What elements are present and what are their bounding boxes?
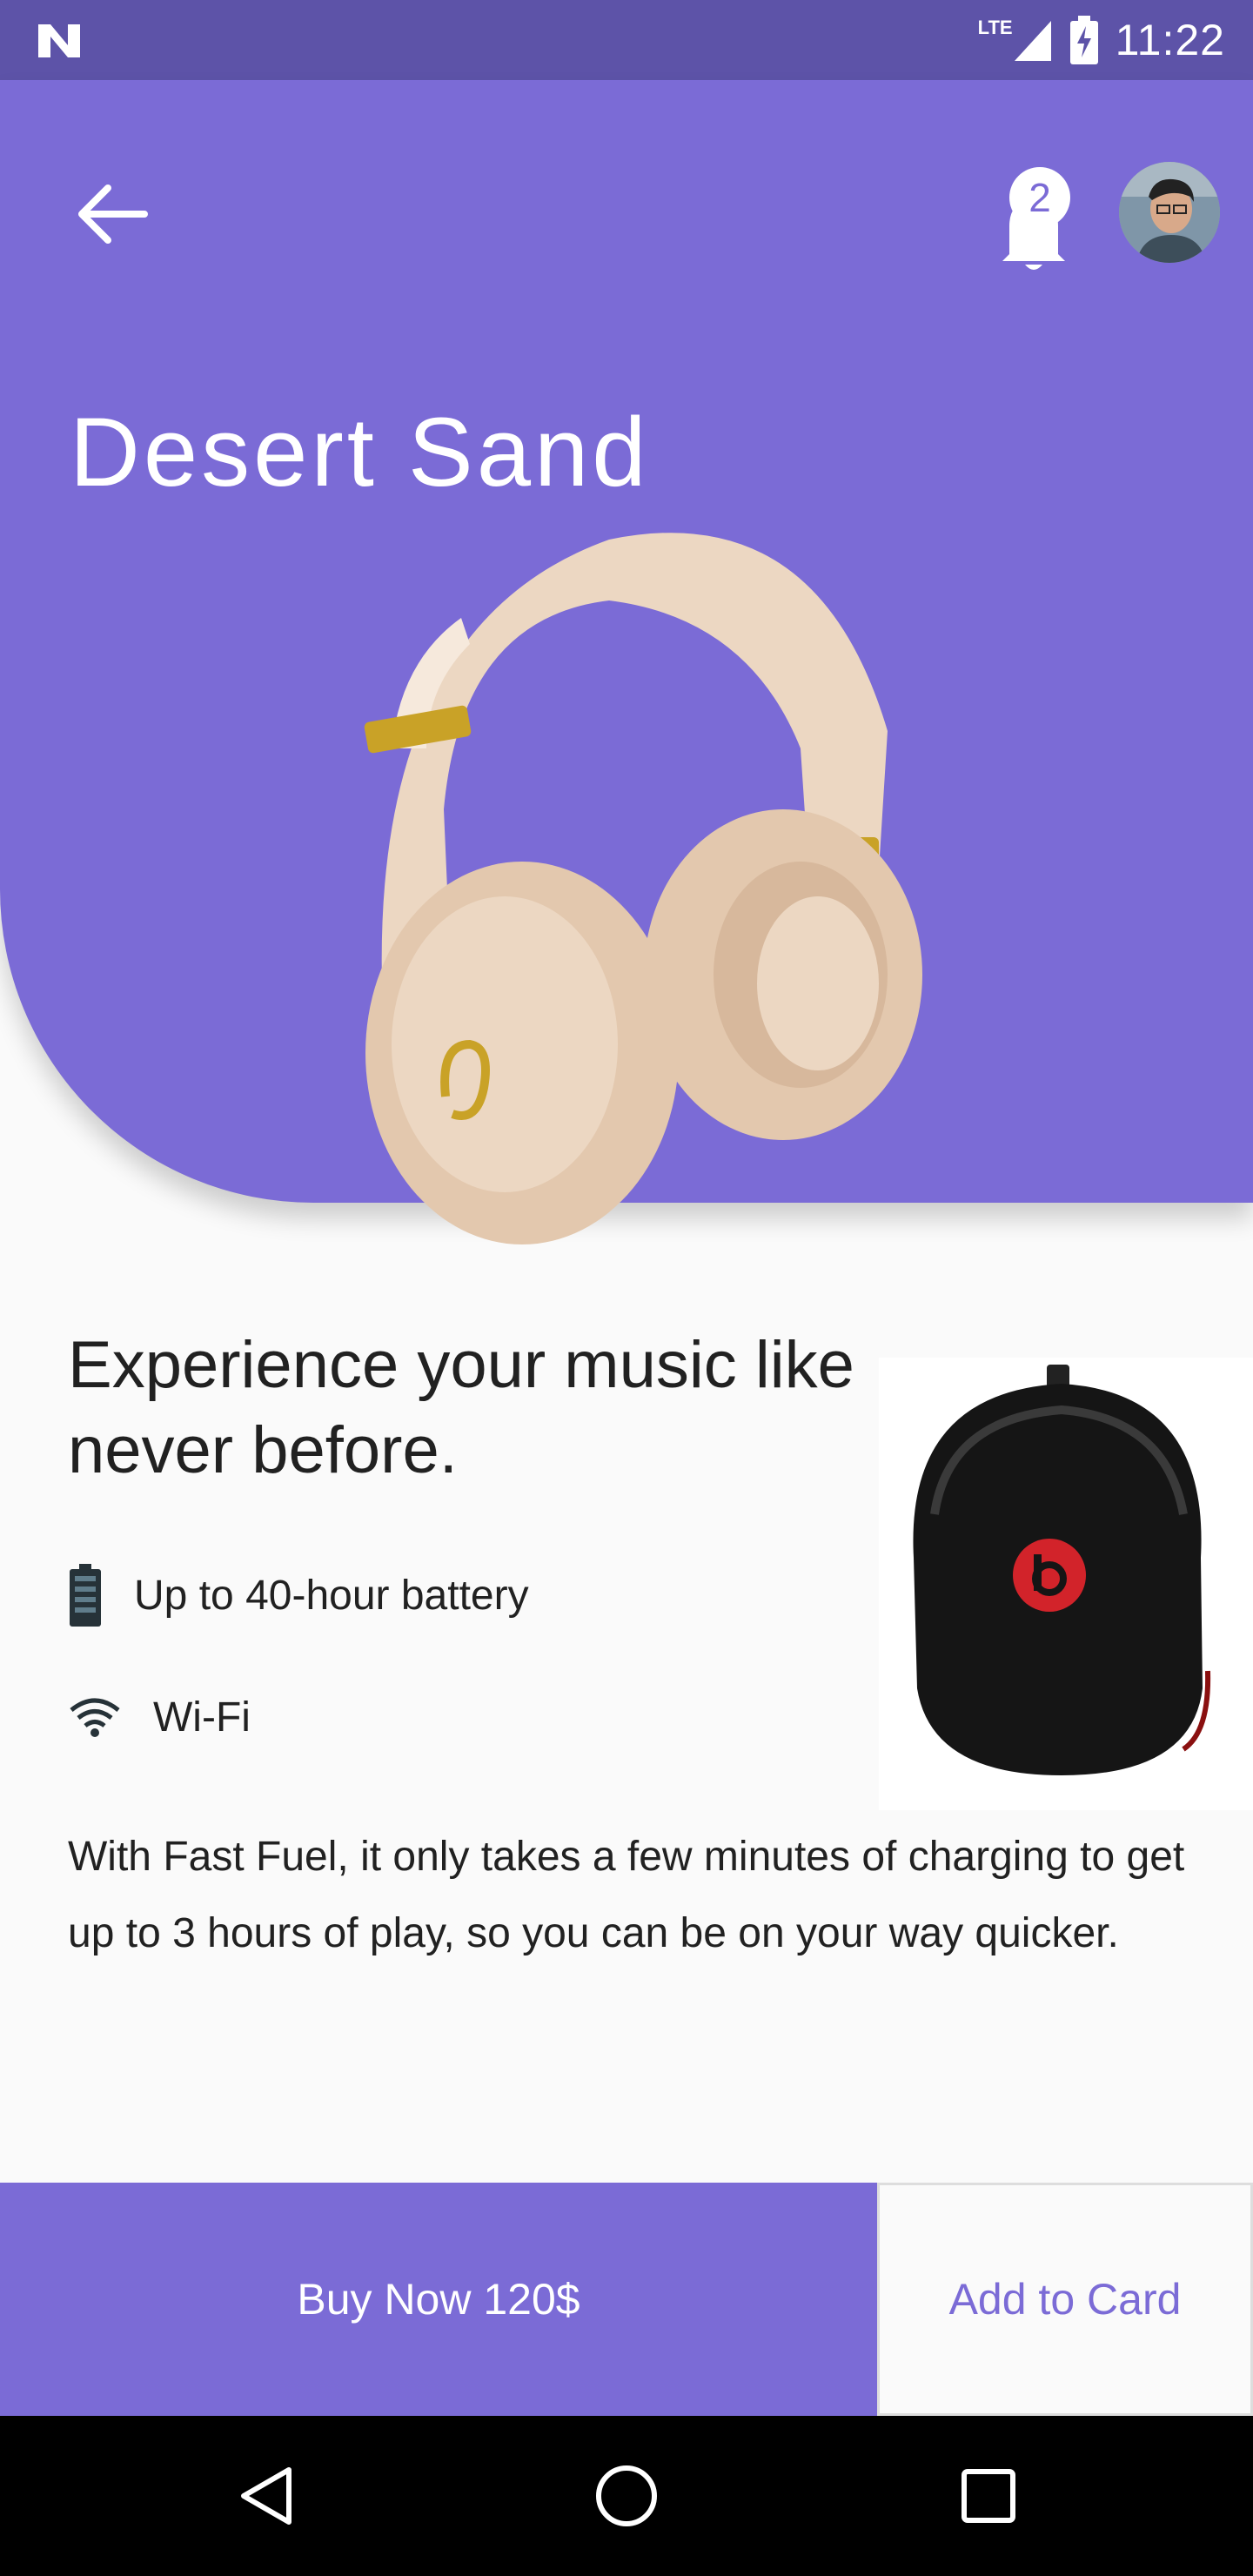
product-title: Desert Sand xyxy=(70,398,650,507)
carrying-case-image xyxy=(879,1358,1253,1810)
add-to-cart-button[interactable]: Add to Card xyxy=(877,2183,1253,2416)
battery-icon xyxy=(70,1564,101,1627)
signal-icon xyxy=(1014,21,1051,61)
avatar[interactable] xyxy=(1119,162,1220,263)
home-nav-icon[interactable] xyxy=(592,2461,661,2531)
clock: 11:22 xyxy=(1115,16,1225,64)
status-bar: LTE 11:22 xyxy=(0,0,1253,80)
back-nav-icon[interactable] xyxy=(233,2461,303,2531)
navigation-bar xyxy=(0,2416,1253,2576)
notification-n-icon xyxy=(38,24,80,57)
feature-label: Up to 40-hour battery xyxy=(134,1572,529,1619)
feature-battery: Up to 40-hour battery xyxy=(68,1560,529,1630)
network-type: LTE xyxy=(977,17,1013,38)
product-headline: Experience your music like never before. xyxy=(68,1328,854,1487)
avatar-image xyxy=(1119,162,1220,263)
wifi-icon xyxy=(70,1698,120,1737)
arrow-back-icon[interactable] xyxy=(73,174,153,254)
feature-wifi: Wi-Fi xyxy=(68,1682,251,1752)
recents-nav-icon[interactable] xyxy=(954,2461,1023,2531)
buy-now-button[interactable]: Buy Now 120$ xyxy=(0,2183,877,2416)
headphones-image xyxy=(364,533,922,1244)
product-description: With Fast Fuel, it only takes a few minu… xyxy=(68,1834,1185,1956)
notification-badge: 2 xyxy=(1009,167,1070,228)
battery-charging-icon xyxy=(1069,16,1098,64)
feature-label: Wi-Fi xyxy=(153,1694,251,1741)
